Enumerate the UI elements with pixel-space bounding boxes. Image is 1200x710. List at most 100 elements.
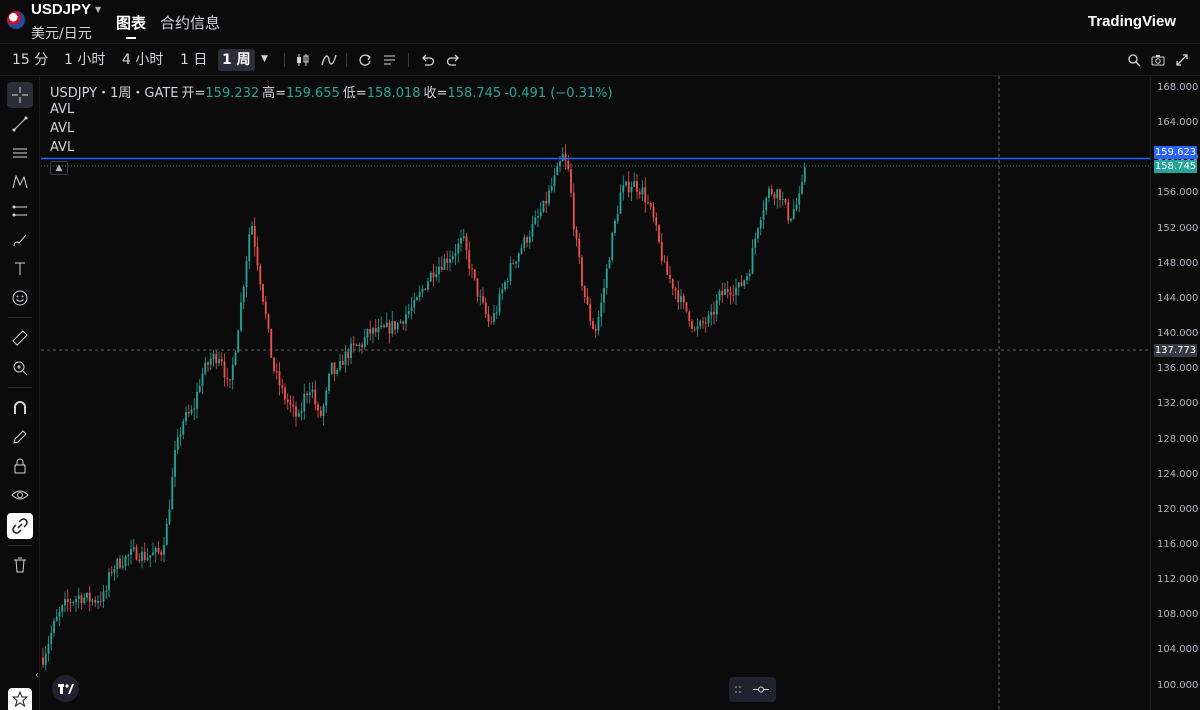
camera-icon[interactable] bbox=[1150, 52, 1166, 68]
candle-body bbox=[660, 242, 663, 261]
candle-body bbox=[526, 237, 528, 243]
indicators-icon[interactable] bbox=[321, 52, 337, 68]
last-price-badge: 158.745 bbox=[1154, 160, 1197, 173]
tab-chart[interactable]: 图表 bbox=[116, 12, 146, 33]
candle-body bbox=[460, 238, 462, 244]
search-icon[interactable] bbox=[1126, 52, 1142, 68]
text-tool[interactable] bbox=[7, 256, 33, 282]
redo-icon[interactable] bbox=[445, 52, 461, 68]
candle-body bbox=[185, 412, 187, 422]
drag-handle-icon bbox=[735, 686, 769, 693]
time-scroll-handle[interactable] bbox=[729, 677, 776, 702]
indicator-avl-1[interactable]: AVL bbox=[50, 102, 74, 117]
indicator-avl-3[interactable]: AVL bbox=[50, 140, 74, 155]
candle-body bbox=[751, 247, 754, 274]
symbol-name[interactable]: USDJPY bbox=[31, 1, 91, 18]
candle-body bbox=[666, 261, 669, 275]
crosshair-tool[interactable] bbox=[7, 82, 33, 108]
candle-body bbox=[77, 595, 80, 599]
pattern-tool[interactable] bbox=[7, 169, 33, 195]
candle-body bbox=[506, 281, 509, 282]
candlestick-chart[interactable] bbox=[41, 76, 1150, 710]
tab-active-indicator bbox=[126, 37, 136, 39]
candle-body bbox=[94, 600, 97, 603]
stay-drawing-tool[interactable] bbox=[7, 424, 33, 450]
candle-body bbox=[396, 323, 399, 330]
brand-logo: TradingView bbox=[1087, 13, 1176, 30]
tradingview-logo-button[interactable] bbox=[52, 675, 79, 702]
trend-line-tool[interactable] bbox=[7, 111, 33, 137]
collapse-legend-button[interactable]: ▲ bbox=[50, 161, 68, 175]
candles-icon[interactable] bbox=[295, 52, 311, 68]
favorites-button[interactable] bbox=[8, 688, 32, 710]
candle-body bbox=[427, 281, 429, 290]
chart-pane[interactable] bbox=[41, 76, 1150, 710]
candle-body bbox=[644, 187, 647, 203]
candle-body bbox=[44, 653, 47, 665]
trash-icon bbox=[14, 557, 26, 573]
legend-symbol[interactable]: USDJPY・1周・GATE bbox=[50, 86, 179, 101]
zoom-tool[interactable] bbox=[7, 355, 33, 381]
tab-contract-info[interactable]: 合约信息 bbox=[160, 12, 220, 33]
candle-body bbox=[385, 322, 388, 327]
emoji-tool[interactable] bbox=[7, 285, 33, 311]
price-tick-label: 104.000 bbox=[1157, 644, 1199, 656]
price-tick-label: 152.000 bbox=[1157, 222, 1199, 234]
symbol-dropdown-icon[interactable]: ▼ bbox=[95, 5, 101, 14]
visibility-tool[interactable] bbox=[7, 482, 33, 508]
legend-open-label: 开= bbox=[181, 86, 206, 101]
timeframe-15m[interactable]: 15 分 bbox=[8, 49, 52, 71]
lock-tool[interactable] bbox=[7, 453, 33, 479]
candle-body bbox=[515, 261, 517, 264]
candle-body bbox=[105, 590, 108, 592]
candle-body bbox=[380, 325, 383, 328]
candle-body bbox=[608, 259, 611, 269]
legend-low-label: 低= bbox=[342, 86, 367, 101]
brush-tool[interactable] bbox=[7, 227, 33, 253]
horizontal-lines-icon bbox=[13, 148, 27, 158]
delete-tool[interactable] bbox=[7, 552, 33, 578]
link-tool[interactable] bbox=[7, 513, 33, 539]
replay-icon[interactable] bbox=[357, 52, 373, 68]
scroll-left-icon[interactable]: ‹ bbox=[35, 670, 45, 686]
candle-body bbox=[229, 379, 231, 381]
candle-body bbox=[688, 311, 691, 322]
candle-body bbox=[226, 377, 229, 380]
candle-body bbox=[86, 592, 88, 598]
price-tick-label: 136.000 bbox=[1157, 363, 1199, 375]
candle-body bbox=[281, 385, 284, 388]
candle-body bbox=[251, 225, 253, 235]
magnet-tool[interactable] bbox=[7, 395, 33, 421]
candle-body bbox=[556, 165, 559, 176]
horizontal-lines-tool[interactable] bbox=[7, 140, 33, 166]
candle-body bbox=[149, 555, 152, 558]
candle-body bbox=[273, 357, 275, 372]
timeframe-1w[interactable]: 1 周 bbox=[218, 49, 255, 71]
legend-close-value: 158.745 bbox=[447, 86, 502, 101]
candle-body bbox=[253, 225, 256, 247]
timeframe-1h[interactable]: 1 小时 bbox=[60, 49, 109, 71]
zoom-in-icon bbox=[13, 361, 28, 376]
fullscreen-icon[interactable] bbox=[1174, 52, 1190, 68]
alert-list-icon[interactable] bbox=[382, 52, 398, 68]
candle-body bbox=[399, 321, 402, 324]
candle-body bbox=[165, 523, 168, 546]
timeframe-dropdown-icon[interactable]: ▼ bbox=[261, 54, 268, 64]
undo-icon[interactable] bbox=[420, 52, 436, 68]
ruler-tool[interactable] bbox=[7, 325, 33, 351]
candle-body bbox=[341, 361, 344, 365]
timeframe-4h[interactable]: 4 小时 bbox=[118, 49, 167, 71]
candle-body bbox=[638, 191, 641, 195]
measure-range-tool[interactable] bbox=[7, 198, 33, 224]
candle-body bbox=[47, 643, 50, 654]
candle-body bbox=[622, 185, 625, 193]
candle-body bbox=[322, 405, 325, 416]
candle-body bbox=[75, 598, 77, 603]
price-tick-label: 108.000 bbox=[1157, 609, 1199, 621]
candle-body bbox=[102, 591, 105, 602]
candle-body bbox=[176, 436, 179, 450]
candle-body bbox=[704, 322, 707, 324]
candle-body bbox=[636, 180, 638, 192]
timeframe-1d[interactable]: 1 日 bbox=[176, 49, 211, 71]
indicator-avl-2[interactable]: AVL bbox=[50, 121, 74, 136]
